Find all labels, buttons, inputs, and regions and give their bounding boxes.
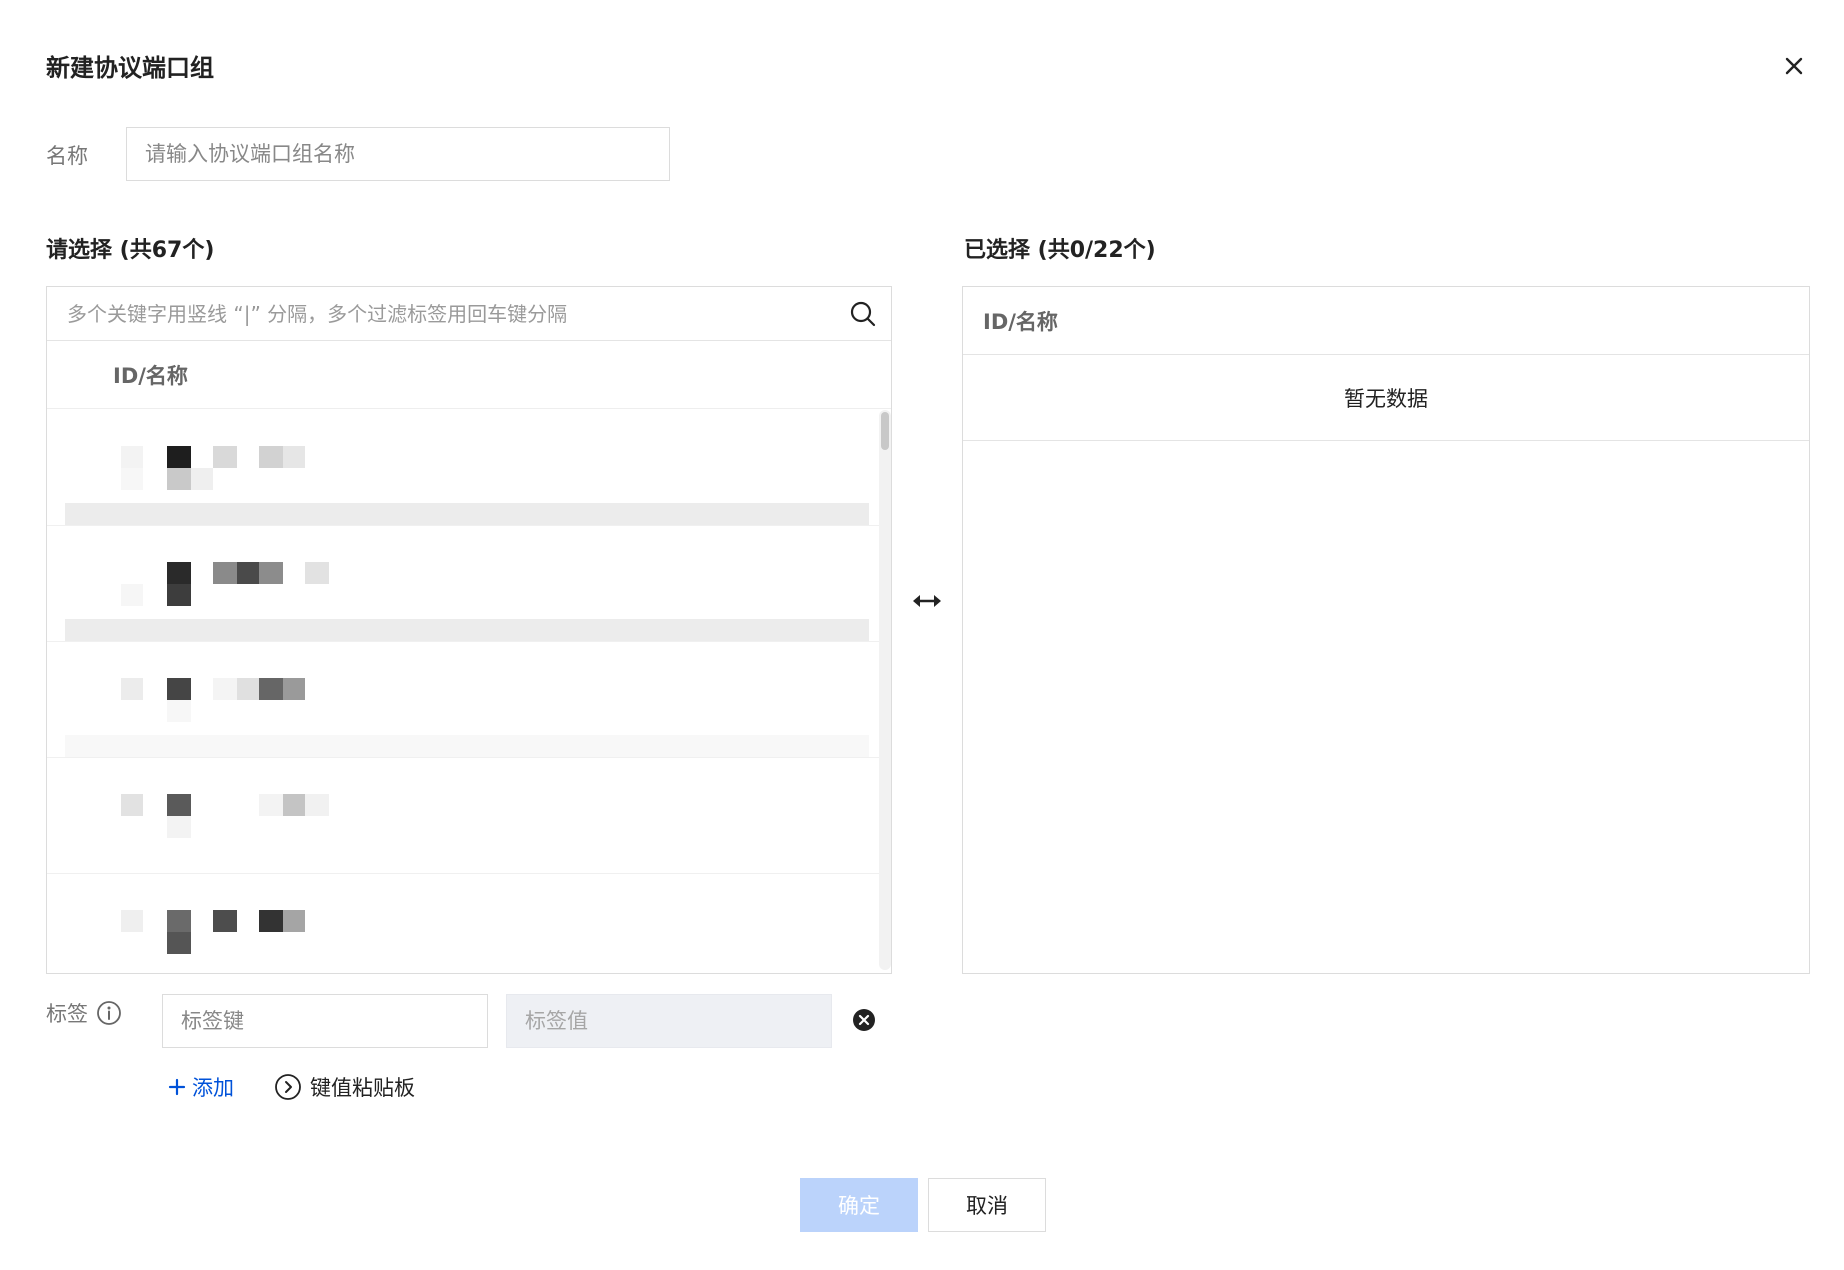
chevron-circle-icon [275, 1074, 301, 1100]
redacted-block [121, 446, 143, 468]
list-item[interactable] [47, 410, 879, 526]
close-icon[interactable] [1780, 52, 1808, 80]
redacted-block [121, 910, 143, 932]
available-panel-title: 请选择 (共67个) [46, 238, 215, 263]
redacted-block [167, 678, 191, 700]
redacted-block [283, 794, 305, 816]
redacted-block [191, 468, 213, 490]
redacted-block [167, 700, 191, 722]
redacted-block [283, 446, 305, 468]
redacted-block [213, 910, 237, 932]
tag-key-input[interactable] [162, 994, 488, 1048]
redacted-block [121, 468, 143, 490]
selected-panel: ID/名称 暂无数据 [962, 286, 1810, 974]
empty-state: 暂无数据 [963, 355, 1809, 441]
add-tag-button[interactable]: 添加 [168, 1072, 234, 1102]
redacted-block [305, 794, 329, 816]
add-tag-label: 添加 [192, 1076, 234, 1100]
list-item[interactable] [47, 642, 879, 758]
list-item[interactable] [47, 874, 879, 974]
plus-icon [168, 1078, 186, 1096]
redacted-block [305, 562, 329, 584]
redacted-block [283, 678, 305, 700]
confirm-button[interactable]: 确定 [800, 1178, 918, 1232]
available-column-header: ID/名称 [47, 341, 891, 409]
redacted-block [167, 446, 191, 468]
redacted-block [259, 446, 283, 468]
clipboard-button[interactable]: 键值粘贴板 [274, 1072, 415, 1102]
list-scrollbar[interactable] [879, 410, 891, 970]
redacted-block [259, 678, 283, 700]
redacted-block [167, 468, 191, 490]
available-list [47, 410, 879, 974]
redacted-block [213, 562, 237, 584]
redacted-block [167, 562, 191, 584]
row-divider [65, 735, 869, 757]
redacted-block [121, 678, 143, 700]
name-label: 名称 [46, 144, 88, 168]
redacted-block [167, 816, 191, 838]
redacted-block [213, 678, 237, 700]
redacted-block [283, 910, 305, 932]
redacted-block [167, 584, 191, 606]
name-input[interactable] [126, 127, 670, 181]
redacted-block [259, 794, 283, 816]
remove-tag-icon[interactable] [852, 1008, 876, 1032]
redacted-block [167, 932, 191, 954]
list-item[interactable] [47, 758, 879, 874]
search-icon[interactable] [849, 300, 877, 328]
dialog-title: 新建协议端口组 [46, 54, 214, 82]
row-divider [65, 619, 869, 641]
transfer-arrows-icon [913, 595, 941, 607]
list-item[interactable] [47, 526, 879, 642]
tags-label: 标签 [46, 1002, 88, 1026]
redacted-block [213, 446, 237, 468]
tags-label-group: 标签 [46, 998, 122, 1028]
search-row [47, 287, 891, 341]
search-input[interactable] [47, 287, 891, 340]
redacted-block [121, 584, 143, 606]
cancel-button[interactable]: 取消 [928, 1178, 1046, 1232]
clipboard-label: 键值粘贴板 [310, 1076, 415, 1100]
redacted-block [167, 910, 191, 932]
tag-value-input[interactable] [506, 994, 832, 1048]
redacted-block [259, 562, 283, 584]
redacted-block [167, 794, 191, 816]
redacted-block [121, 794, 143, 816]
available-panel: ID/名称 [46, 286, 892, 974]
info-icon[interactable] [96, 1000, 122, 1026]
redacted-block [259, 910, 283, 932]
selected-panel-title: 已选择 (共0/22个) [964, 238, 1156, 263]
row-divider [65, 503, 869, 525]
redacted-block [237, 562, 259, 584]
redacted-block [237, 678, 259, 700]
scrollbar-thumb[interactable] [881, 412, 889, 450]
selected-column-header: ID/名称 [963, 287, 1809, 355]
